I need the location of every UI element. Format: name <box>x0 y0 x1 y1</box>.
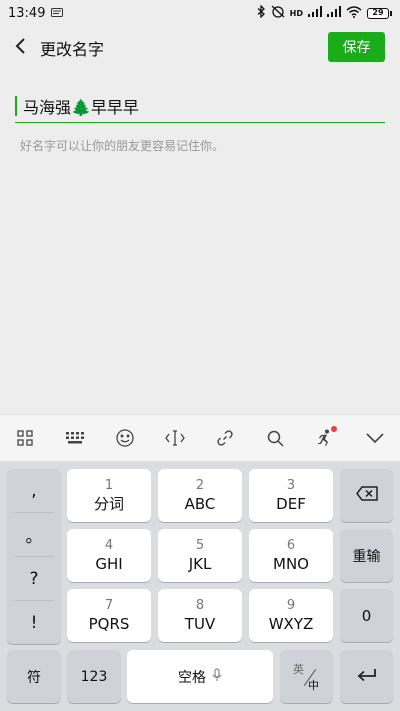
punct-exclamation[interactable]: ! <box>7 601 61 644</box>
backspace-icon <box>355 486 378 505</box>
lang-en-label: 英 <box>293 663 304 676</box>
cursor-icon[interactable] <box>157 420 193 456</box>
punct-question[interactable]: ? <box>7 557 61 600</box>
status-time: 13:49 <box>8 5 46 21</box>
numbers-label: 123 <box>80 668 108 685</box>
key-label: JKL <box>188 554 212 573</box>
name-input[interactable] <box>15 96 385 116</box>
key-7[interactable]: 7 PQRS <box>67 589 151 642</box>
keyboard-icon[interactable] <box>57 420 93 456</box>
key-label: TUV <box>184 614 216 633</box>
key-8[interactable]: 8 TUV <box>158 589 242 642</box>
key-label: WXYZ <box>268 614 314 633</box>
search-icon[interactable] <box>257 420 293 456</box>
save-button[interactable]: 保存 <box>328 32 385 62</box>
signal-icon-2 <box>327 6 341 20</box>
emoji-icon[interactable] <box>107 420 143 456</box>
title-bar: 更改名字 保存 <box>0 26 400 70</box>
key-label: GHI <box>95 554 123 573</box>
key-2[interactable]: 2 ABC <box>158 469 242 522</box>
keyboard-toolbar <box>0 414 400 462</box>
back-arrow-icon <box>14 37 26 59</box>
punctuation-column: , 。 ? ! <box>7 469 61 644</box>
key-label: 分词 <box>93 494 124 513</box>
alarm-off-icon <box>271 5 285 21</box>
key-6[interactable]: 6 MNO <box>249 529 333 582</box>
enter-button[interactable] <box>340 650 393 703</box>
battery-icon: 29 <box>367 7 392 19</box>
space-label: 空格 <box>178 669 206 686</box>
battery-level: 29 <box>367 7 389 19</box>
punct-period[interactable]: 。 <box>7 513 61 556</box>
runner-icon[interactable] <box>307 420 343 456</box>
key-9[interactable]: 9 WXYZ <box>249 589 333 642</box>
key-label: DEF <box>276 494 306 513</box>
message-icon <box>51 6 64 21</box>
text-caret <box>15 96 17 116</box>
status-bar: 13:49 HD 29 <box>0 0 400 26</box>
key-number: 3 <box>286 477 296 493</box>
key-4[interactable]: 4 GHI <box>67 529 151 582</box>
punct-comma[interactable]: , <box>7 469 61 512</box>
key-label: MNO <box>273 554 309 573</box>
name-field[interactable] <box>15 90 385 123</box>
grid-icon[interactable] <box>7 420 43 456</box>
key-5[interactable]: 5 JKL <box>158 529 242 582</box>
numbers-button[interactable]: 123 <box>67 650 121 703</box>
lang-zh-label: 中 <box>308 679 319 692</box>
signal-icon <box>308 6 322 20</box>
key-number: 5 <box>195 537 205 553</box>
key-number: 2 <box>195 477 205 493</box>
link-icon[interactable] <box>207 420 243 456</box>
key-number: 8 <box>195 597 205 613</box>
wifi-icon <box>346 5 362 21</box>
reinput-label: 重输 <box>352 548 381 565</box>
page-title: 更改名字 <box>40 40 105 59</box>
symbols-label: 符 <box>27 669 41 686</box>
key-label: PQRS <box>88 614 130 633</box>
key-number: 7 <box>104 597 114 613</box>
notification-dot <box>331 426 337 432</box>
key-3[interactable]: 3 DEF <box>249 469 333 522</box>
zero-label: 0 <box>361 606 372 625</box>
name-hint: 好名字可以让你的朋友更容易记住你。 <box>20 139 225 153</box>
key-number: 1 <box>104 477 114 493</box>
bluetooth-icon <box>257 4 266 21</box>
language-switch-button[interactable]: 英 中 <box>280 650 333 703</box>
key-number: 4 <box>104 537 114 553</box>
space-bar[interactable]: 空格 <box>127 650 273 703</box>
reinput-button[interactable]: 重输 <box>340 529 393 582</box>
key-label: ABC <box>184 494 216 513</box>
key-number: 9 <box>286 597 296 613</box>
keyboard: , 。 ? ! 1 分词 2 ABC 3 DEF 4 GHI 5 JKL 6 M… <box>0 462 400 711</box>
zero-key[interactable]: 0 <box>340 589 393 642</box>
symbols-button[interactable]: 符 <box>7 650 61 703</box>
key-1[interactable]: 1 分词 <box>67 469 151 522</box>
backspace-button[interactable] <box>340 469 393 522</box>
network-type-label: HD <box>289 8 303 18</box>
key-number: 6 <box>286 537 296 553</box>
back-button[interactable] <box>14 33 36 63</box>
microphone-icon <box>212 667 222 686</box>
enter-icon <box>357 667 377 686</box>
collapse-icon[interactable] <box>357 420 393 456</box>
